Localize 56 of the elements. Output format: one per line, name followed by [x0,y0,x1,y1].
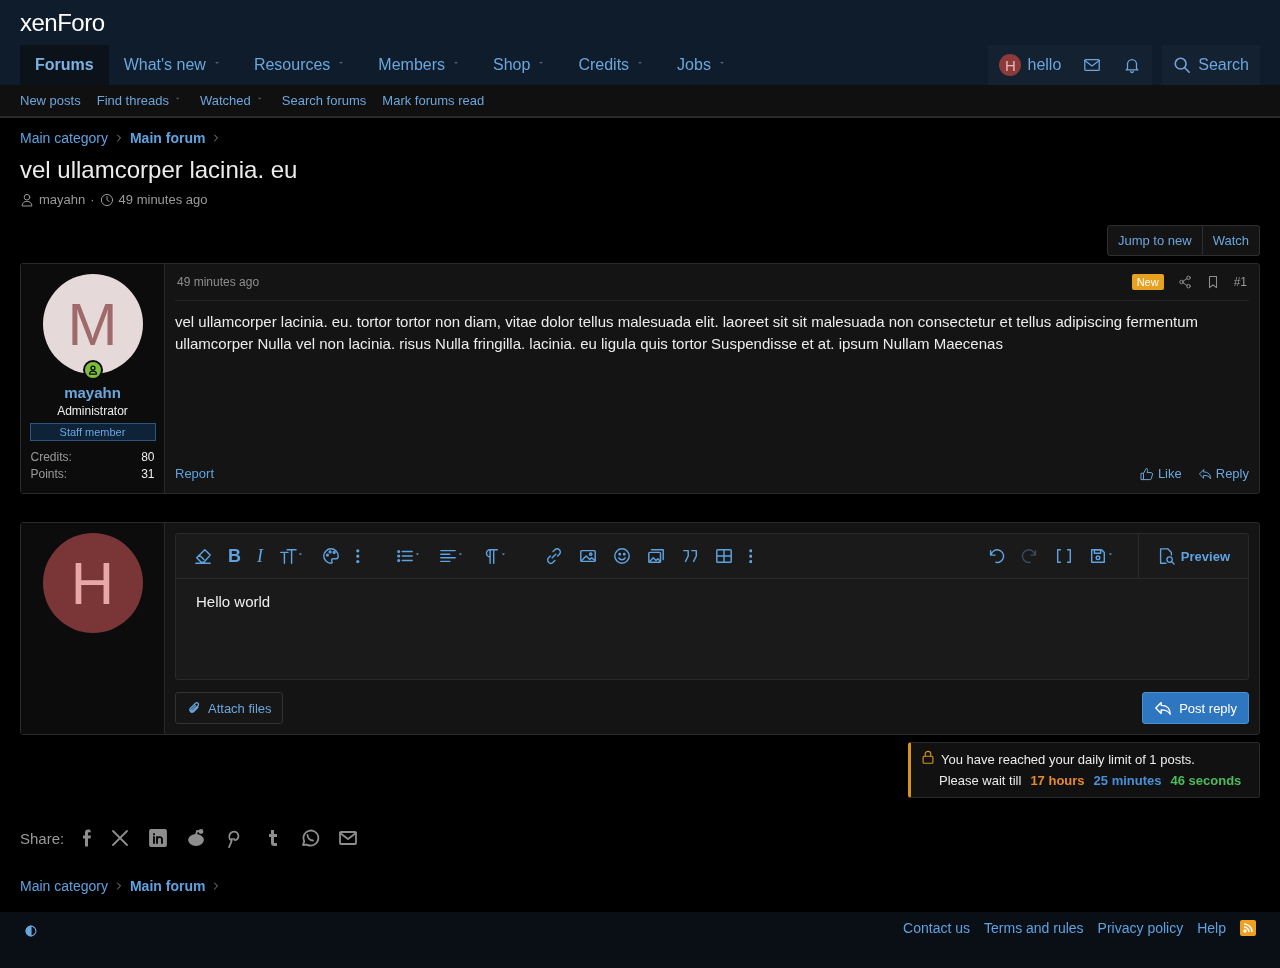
italic-button[interactable]: I [257,545,263,567]
share-label: Share: [20,829,65,847]
nav-tab[interactable]: Credits [563,45,663,85]
nav-tab[interactable]: Resources [238,45,364,85]
post-action-link[interactable]: Reply [1197,466,1249,481]
post-reply-button[interactable]: Post reply [1142,692,1249,724]
subnav-link[interactable]: Find threads [96,93,184,108]
author-link[interactable]: mayahn [39,192,86,207]
stat-value: 80 [141,450,155,464]
meta-separator: · [90,192,95,207]
nav-tab[interactable]: Forums [20,45,109,85]
user-avatar[interactable]: H [42,533,143,633]
preview-button[interactable]: Preview [1137,534,1248,578]
countdown-value: 17 hours [1030,772,1085,790]
search-button[interactable]: Search [1162,45,1260,85]
stat-value: 31 [141,467,155,481]
site-logo[interactable]: xenForo [20,0,1260,45]
user-avatar: H [999,54,1022,76]
staff-banner: Staff member [29,423,156,441]
thread-time: 49 minutes ago [118,192,208,207]
nav-tab[interactable]: Shop [478,45,564,85]
footer-link[interactable]: Privacy policy [1097,920,1184,936]
nav-tab[interactable]: What's new [108,45,239,85]
user-title: Administrator [57,404,128,418]
breadcrumb-link[interactable]: Main forum [129,130,206,146]
footer-link[interactable]: Help [1197,920,1226,936]
attach-files-button[interactable]: Attach files [175,692,283,724]
new-badge: New [1131,274,1164,290]
countdown-value: 46 seconds [1170,772,1242,790]
subnav-link[interactable]: Mark forums read [382,93,485,108]
post-action-link[interactable]: Like [1139,466,1182,481]
username-link[interactable]: mayahn [64,384,121,401]
countdown-value: 25 minutes [1093,772,1162,790]
bold-button[interactable]: B [228,545,241,567]
subnav-link[interactable]: Search forums [281,93,367,108]
post-number-link[interactable]: #1 [1233,275,1247,289]
stat-label: Credits: [30,450,72,464]
reply-editor[interactable]: Hello world [176,579,1248,679]
subnav-link[interactable]: New posts [20,93,81,108]
report-link[interactable]: Report [175,466,215,481]
notice-text: You have reached your daily limit of 1 posts. [941,751,1196,769]
stat-label: Points: [30,467,68,481]
breadcrumb-link[interactable]: Main category [20,130,108,146]
post-body: vel ullamcorper lacinia. eu. tortor tortor non diam, vitae dolor tellus malesuada elit. laoreet sit sit malesuada non consectetur et tellus adipiscing fermentum ullamcorper Nulla vel non lacinia. risus Nulla fringilla. lacinia. eu ligula quis tortor Suspendisse et at. ipsum Nullam Maecenas [175,312,1199,354]
footer-link[interactable]: Contact us [903,920,970,936]
nav-tab[interactable]: Members [363,45,479,85]
notice-text: Please wait till [939,772,1022,790]
nav-tab[interactable]: Jobs [662,45,744,85]
breadcrumb-link[interactable]: Main forum [129,878,206,894]
thread-title: vel ullamcorper lacinia. eu [20,156,299,184]
breadcrumb-link[interactable]: Main category [20,878,108,894]
post-time: 49 minutes ago [177,275,260,289]
thread-action-button[interactable]: Watch [1202,225,1260,256]
footer-link[interactable]: Terms and rules [984,920,1084,936]
thread-action-button[interactable]: Jump to new [1106,225,1203,256]
subnav-link[interactable]: Watched [199,93,266,108]
